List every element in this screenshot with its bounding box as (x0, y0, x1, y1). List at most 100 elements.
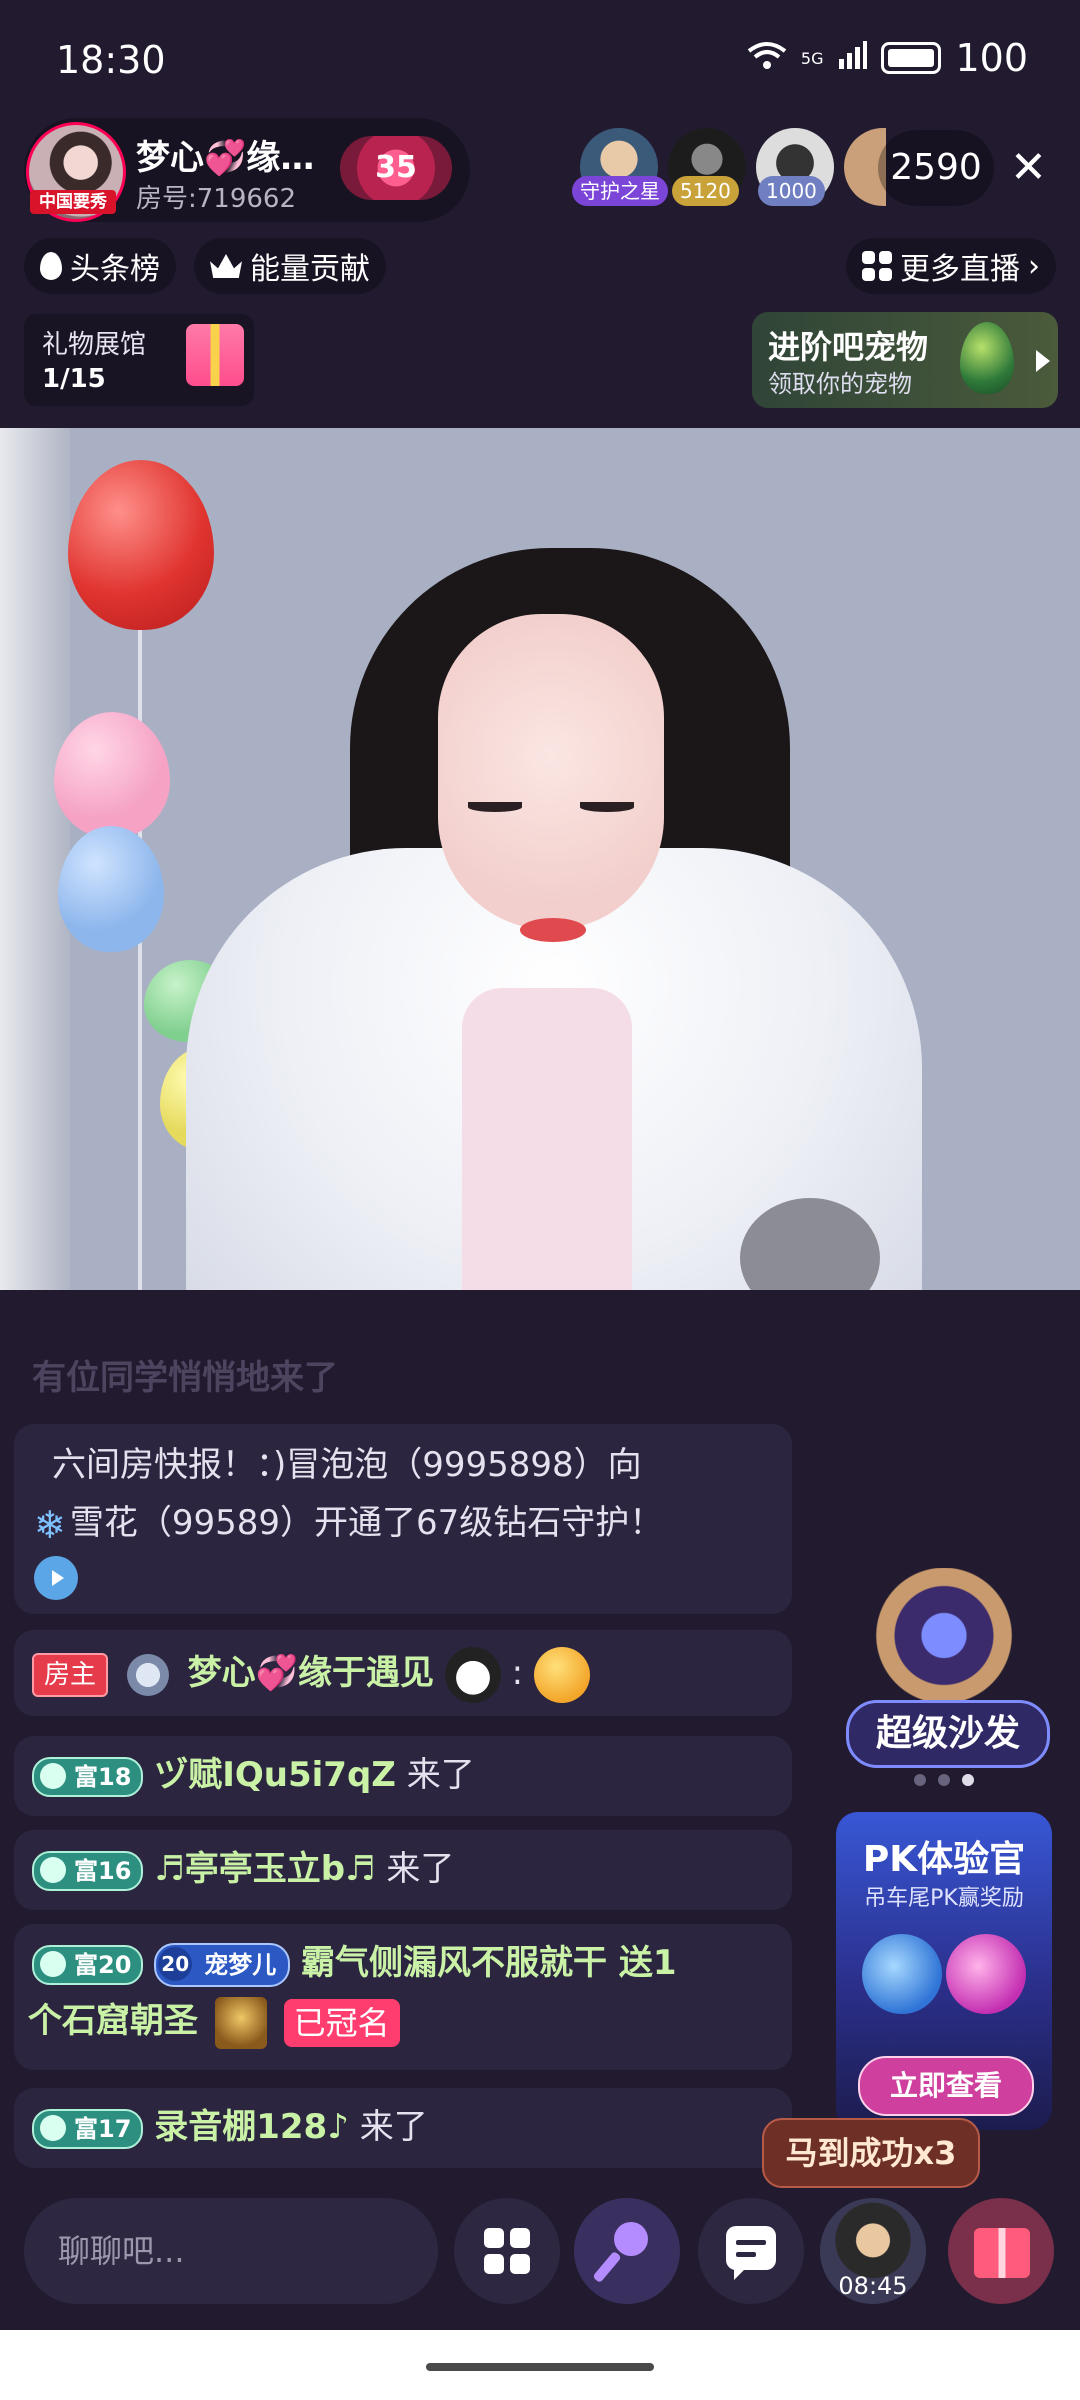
pk-subtitle: 吊车尾PK赢奖励 (864, 1886, 1024, 1911)
more-live-chip[interactable]: 更多直播 › (846, 238, 1056, 294)
carousel-dots (914, 1774, 974, 1786)
home-indicator[interactable] (426, 2363, 654, 2371)
shy-face-emoji-icon (533, 1646, 590, 1703)
room-number: 房号:719662 (136, 184, 297, 214)
more-live-label: 更多直播 (900, 252, 1020, 287)
energy-label: 能量贡献 (250, 252, 370, 287)
chat-message[interactable]: 富18 ヅ赋IQu5i7qZ 来了 (14, 1736, 792, 1816)
buddha-gift-icon (214, 1996, 267, 2049)
avatar-tag: 中国要秀 (30, 190, 116, 214)
named-tag: 已冠名 (283, 1998, 400, 2047)
headlines-label: 头条榜 (70, 252, 160, 287)
grid-icon (484, 2228, 530, 2274)
carousel-dot (938, 1774, 950, 1786)
chat-colon: : (511, 1653, 524, 1693)
wall-edge (0, 428, 70, 1290)
wealth-badge: 富18 (32, 1756, 144, 1797)
close-button[interactable]: ✕ (1010, 140, 1047, 196)
view-now-button[interactable]: 立即查看 (858, 2056, 1034, 2116)
status-indicators: 5G 100 (747, 36, 1028, 80)
chat-action: 来了 (406, 1755, 475, 1795)
network-label: 5G (800, 48, 824, 68)
host-tag: 房主 (32, 1652, 109, 1697)
chat-action: 来了 (359, 2107, 428, 2147)
status-time: 18:30 (56, 38, 166, 82)
streamer-face (438, 614, 664, 930)
red-balloon (68, 460, 214, 630)
crown-icon (210, 254, 242, 278)
chat-message-text: 个石窟朝圣 (28, 2001, 198, 2041)
audience-count[interactable]: 2590 (878, 130, 994, 206)
super-sofa-button[interactable]: 超级沙发 (846, 1700, 1050, 1768)
pet-name: 宠梦儿 (204, 1950, 277, 1979)
wifi-icon (747, 36, 787, 80)
chat-broadcast[interactable]: 六间房快报！：)冒泡泡（9995898）向 ❄ 雪花（99589）开通了67级钻石… (14, 1424, 792, 1614)
gift-button[interactable] (948, 2198, 1054, 2304)
pet-level: 20 (158, 1946, 193, 1981)
host-name: 梦心💞缘… (136, 138, 315, 178)
pink-balloon (54, 712, 170, 838)
pk-title: PK体验官 (862, 1839, 1026, 1880)
chat-action: 来了 (386, 1849, 455, 1889)
viewer-badge: 1000 (758, 176, 825, 206)
chat-username: 梦心💞缘于遇见 (187, 1653, 434, 1693)
energy-chip[interactable]: 能量贡献 (194, 238, 386, 294)
live-video[interactable] (0, 428, 1080, 1290)
panda-emoji-icon (444, 1646, 501, 1703)
pet-banner-title: 进阶吧宠物 (768, 328, 929, 366)
chat-username: 录音棚128♪ (154, 2107, 349, 2147)
flame-icon (40, 252, 62, 280)
chat-message[interactable]: 富16 ♬亭亭玉立b♬ 来了 (14, 1830, 792, 1910)
lips (520, 918, 586, 942)
throne-icon[interactable] (854, 1568, 1034, 1718)
blue-balloon (58, 826, 164, 952)
pet-banner-subtitle: 领取你的宠物 (768, 370, 912, 398)
pet-badge: 20 宠梦儿 (154, 1942, 291, 1987)
viewer-badge: 5120 (672, 176, 739, 206)
wealth-badge: 富17 (32, 2108, 144, 2149)
carousel-dot-active (962, 1774, 974, 1786)
medal-icon (126, 1653, 169, 1696)
chevron-right-icon: › (1028, 248, 1040, 284)
headlines-chip[interactable]: 头条榜 (24, 238, 176, 294)
boxing-glove-icon (862, 1934, 942, 2014)
battery-icon (881, 42, 942, 74)
chat-username: ♬亭亭玉立b♬ (154, 1849, 376, 1889)
signal-icon (837, 36, 868, 80)
play-arrow-icon (1036, 350, 1050, 372)
message-button[interactable] (698, 2198, 804, 2304)
viewer-badge: 守护之星 (572, 176, 668, 206)
chat-input[interactable]: 聊聊吧... (24, 2198, 438, 2304)
more-apps-button[interactable] (454, 2198, 560, 2304)
grid-icon (862, 251, 892, 281)
chat-message[interactable]: 房主 梦心💞缘于遇见 : (14, 1630, 792, 1716)
gift-hall-title: 礼物展馆 (42, 330, 147, 360)
wealth-badge: 富20 (32, 1944, 144, 1985)
broadcast-line1: 六间房快报！：)冒泡泡（9995898）向 (52, 1445, 642, 1485)
chat-bubble-line (736, 2252, 756, 2257)
battery-level: 100 (955, 36, 1028, 80)
combo-toast: 马到成功x3 (762, 2118, 980, 2188)
microphone-icon (614, 2222, 648, 2256)
broadcast-line2: 雪花（99589）开通了67级钻石守护！ (69, 1503, 664, 1543)
snowflake-icon: ❄ (34, 1502, 66, 1547)
chat-username: ヅ赋IQu5i7qZ (154, 1755, 396, 1795)
chat-bubble-icon (726, 2226, 776, 2280)
host-level: 35 (375, 150, 417, 185)
chat-message[interactable]: 富20 20 宠梦儿 霸气侧漏风不服就干 送1 个石窟朝圣 已冠名 (14, 1924, 792, 2070)
boxing-glove-icon (946, 1934, 1026, 2014)
chat-bubble-line (736, 2240, 766, 2245)
gift-icon (974, 2228, 1030, 2278)
chat-message-text: 霸气侧漏风不服就干 送1 (301, 1943, 677, 1983)
expand-arrow-icon[interactable] (34, 1556, 78, 1600)
chat-message[interactable]: 富17 录音棚128♪ 来了 (14, 2088, 792, 2168)
eye (468, 802, 522, 812)
gift-hall-count: 1/15 (42, 364, 106, 394)
streamer-sweater (462, 988, 632, 1290)
microphone-icon (592, 2250, 622, 2284)
microphone-button[interactable] (574, 2198, 680, 2304)
gift-box-icon (186, 324, 244, 386)
countdown-timer: 08:45 (838, 2272, 908, 2300)
eye (580, 802, 634, 812)
carousel-dot (914, 1774, 926, 1786)
